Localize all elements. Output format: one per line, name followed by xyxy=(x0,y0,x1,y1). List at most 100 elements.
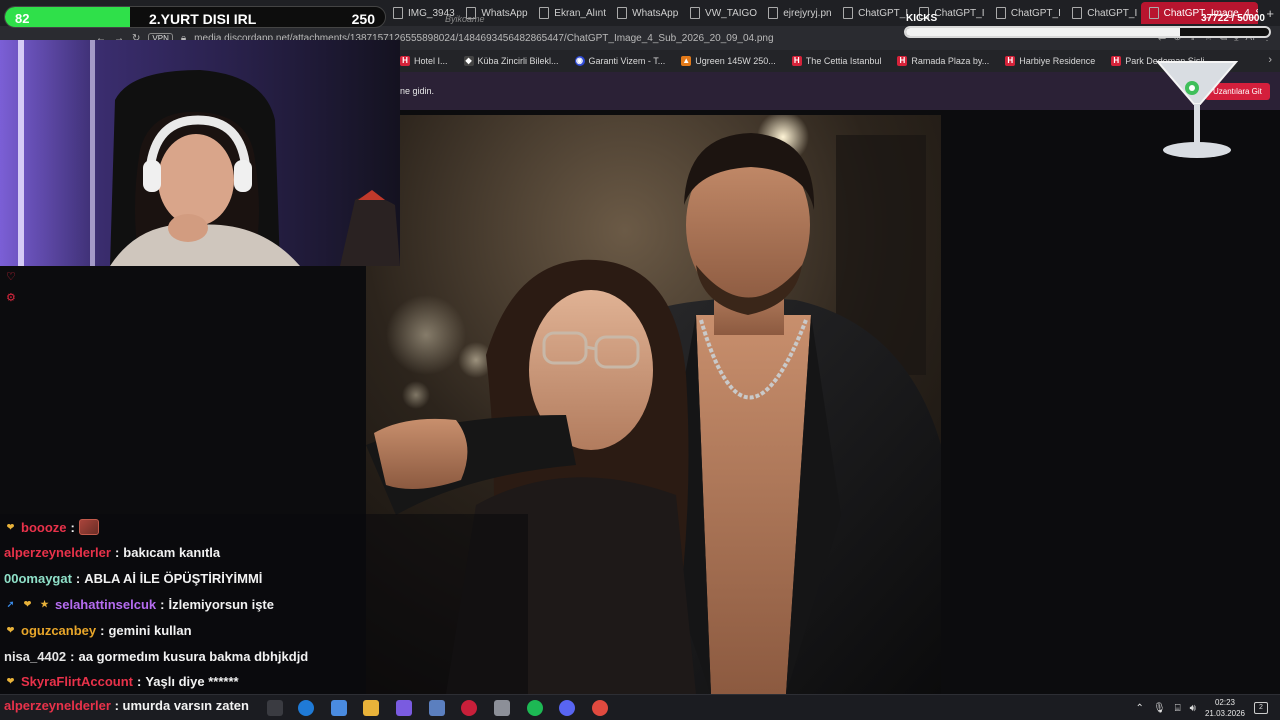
file-icon xyxy=(539,7,550,19)
chat-username[interactable]: nisa_4402 xyxy=(4,649,66,664)
side-icon-column: ♡ ⚙ xyxy=(6,270,22,312)
watermark-text: Byikoame xyxy=(445,14,485,24)
chat-username[interactable]: 00omaygat xyxy=(4,571,72,586)
tab-label: ejrejyryj.pn xyxy=(783,7,832,19)
gear-icon[interactable]: ⚙ xyxy=(6,291,22,304)
hotel-icon: H xyxy=(791,56,802,66)
notification-icon[interactable]: 2 xyxy=(1254,702,1268,714)
heart-badge-icon: ❤ xyxy=(23,598,32,609)
stream-goal-progress-bar: 82 2.YURT DISI IRL 250 xyxy=(4,6,386,28)
bookmark-item[interactable]: ◆ Küba Zincirli Bilekl... xyxy=(463,56,559,66)
bookmark-label: Hotel I... xyxy=(414,56,448,66)
chat-message-line: nisa_4402: aa gormedım kusura bakma dbhjk… xyxy=(4,646,308,666)
edge-icon[interactable] xyxy=(298,700,314,716)
microphone-icon[interactable]: 🎙︎ xyxy=(1153,703,1166,714)
tab-label: WhatsApp xyxy=(632,7,679,19)
chat-username[interactable]: oguzcanbey xyxy=(21,623,96,638)
chat-username[interactable]: selahattinselcuk xyxy=(55,597,156,612)
bookmark-item[interactable]: ▲ Ugreen 145W 250... xyxy=(681,56,776,66)
chat-separator: : xyxy=(114,545,120,561)
bookmark-label: Garanti Vizem - T... xyxy=(588,56,666,66)
network-icon[interactable]: ⌸ xyxy=(1175,703,1181,714)
browser-tab[interactable]: VW_TAIGO xyxy=(682,2,758,24)
chat-message-line: ❤ boooze: xyxy=(4,517,99,537)
kicks-count: 37722 / 50000 xyxy=(1201,13,1265,24)
bookmarks-overflow-icon[interactable]: › xyxy=(1268,54,1272,66)
stream-goal-hud: 82 2.YURT DISI IRL 250 xyxy=(0,4,390,28)
clock-time: 02:23 xyxy=(1214,698,1235,707)
taskbar-app-6-icon[interactable] xyxy=(429,700,445,716)
streamer-webcam xyxy=(0,40,400,266)
hotel-icon: H xyxy=(897,56,908,66)
kicks-progress-fill xyxy=(906,28,1180,36)
chat-line-overlay-on-taskbar: alperzeynelderler : umurda varsın zaten xyxy=(4,698,249,713)
tab-label: WhatsApp xyxy=(481,7,528,19)
file-icon xyxy=(690,7,701,19)
chat-message: aa gormedım kusura bakma dbhjkdjd xyxy=(78,648,309,664)
file-icon xyxy=(617,7,628,19)
chat-separator: : xyxy=(75,571,81,587)
tray-overflow-icon[interactable]: ⌃ xyxy=(1136,703,1144,714)
spotify-icon[interactable] xyxy=(527,700,543,716)
stream-goal-title: 2.YURT DISI IRL xyxy=(149,11,257,27)
screen: IMG_3943 WhatsApp Ekran_Alınt WhatsApp VW_TA… xyxy=(0,0,1280,720)
store-icon[interactable] xyxy=(331,700,347,716)
chat-username[interactable]: alperzeynelderler xyxy=(4,545,111,560)
chat-username: alperzeynelderler xyxy=(4,698,111,713)
chat-message: Yaşlı diye ****** xyxy=(145,674,239,690)
chat-separator: : xyxy=(100,622,105,638)
file-icon xyxy=(843,7,854,19)
browser-tab[interactable]: Ekran_Alınt xyxy=(531,2,607,24)
chat-message-line: ➚ ❤ ★ selahattinselcuk: İzlemiyorsun işte xyxy=(4,594,274,614)
obs-icon[interactable] xyxy=(592,700,608,716)
hotel-icon: H xyxy=(400,56,410,66)
chat-message: İzlemiyorsun işte xyxy=(168,596,274,612)
taskbar-app-8-icon[interactable] xyxy=(494,700,510,716)
system-tray: ⌃ 🎙︎ ⌸ 🔊︎ 02:23 21.03.2026 2 xyxy=(1136,697,1268,719)
clock-date: 21.03.2026 xyxy=(1204,709,1245,718)
heart-badge-icon: ❤ xyxy=(6,676,15,687)
chat-message-line: ❤ oguzcanbey: gemini kullan xyxy=(4,620,192,640)
stream-goal-current: 82 xyxy=(15,11,30,26)
tab-label: Ekran_Alınt xyxy=(554,7,606,19)
chat-username[interactable]: boooze xyxy=(21,520,67,535)
bookmark-item[interactable]: H Ramada Plaza by... xyxy=(897,56,989,66)
tab-label: VW_TAIGO xyxy=(705,7,758,19)
browser-tab[interactable]: WhatsApp xyxy=(609,2,680,24)
bookmark-label: Ramada Plaza by... xyxy=(911,56,990,66)
martini-glass-icon xyxy=(1155,56,1239,162)
stream-chat-overlay: ❤ boooze: alperzeynelderler: bakıcam kanıtl… xyxy=(0,514,528,694)
shop-icon: ◆ xyxy=(463,56,474,66)
hotel-icon: H xyxy=(1005,56,1016,66)
chat-message-line: ❤ SkyraFlirtAccount: Yaşlı diye ****** xyxy=(4,672,239,692)
chat-username[interactable]: SkyraFlirtAccount xyxy=(21,674,133,689)
chat-separator: : xyxy=(114,698,123,713)
boost-badge-icon: ➚ xyxy=(6,598,15,609)
clock[interactable]: 02:23 21.03.2026 xyxy=(1205,697,1245,719)
chat-separator: : xyxy=(70,519,75,535)
file-icon xyxy=(393,7,403,19)
file-explorer-icon[interactable] xyxy=(363,700,379,716)
notice-text: ne gidin. xyxy=(400,86,435,96)
bookmark-label: Ugreen 145W 250... xyxy=(695,56,776,66)
chat-separator: : xyxy=(160,596,165,612)
heart-outline-icon[interactable]: ♡ xyxy=(6,270,22,283)
chat-message: gemini kullan xyxy=(108,622,192,638)
opera-icon[interactable] xyxy=(461,700,477,716)
bookmark-item[interactable]: H The Cettia Istanbul xyxy=(791,56,881,66)
browser-tab[interactable]: ejrejyryj.pn xyxy=(760,2,833,24)
bookmark-item[interactable]: ◉ Garanti Vizem - T... xyxy=(574,56,666,66)
bookmark-item[interactable]: H Hotel I... xyxy=(400,56,448,66)
discord-icon[interactable] xyxy=(559,700,575,716)
volume-icon[interactable]: 🔊︎ xyxy=(1190,703,1196,714)
browser-tab[interactable]: ChatGPT_I xyxy=(835,2,909,24)
bookmark-item[interactable]: H Harbiye Residence xyxy=(1005,56,1095,66)
stream-goal-target: 250 xyxy=(351,11,375,27)
chat-message: ABLA Aİ İLE ÖPÜŞTİRİYİMMİ xyxy=(84,571,263,587)
taskbar-app-5-icon[interactable] xyxy=(396,700,412,716)
chat-separator: : xyxy=(70,648,75,664)
globe-icon: ◉ xyxy=(574,56,585,66)
taskbar-app-1-icon[interactable] xyxy=(267,700,283,716)
bookmark-label: Harbiye Residence xyxy=(1019,56,1096,66)
windows-taskbar: alperzeynelderler : umurda varsın zaten … xyxy=(0,694,1280,720)
